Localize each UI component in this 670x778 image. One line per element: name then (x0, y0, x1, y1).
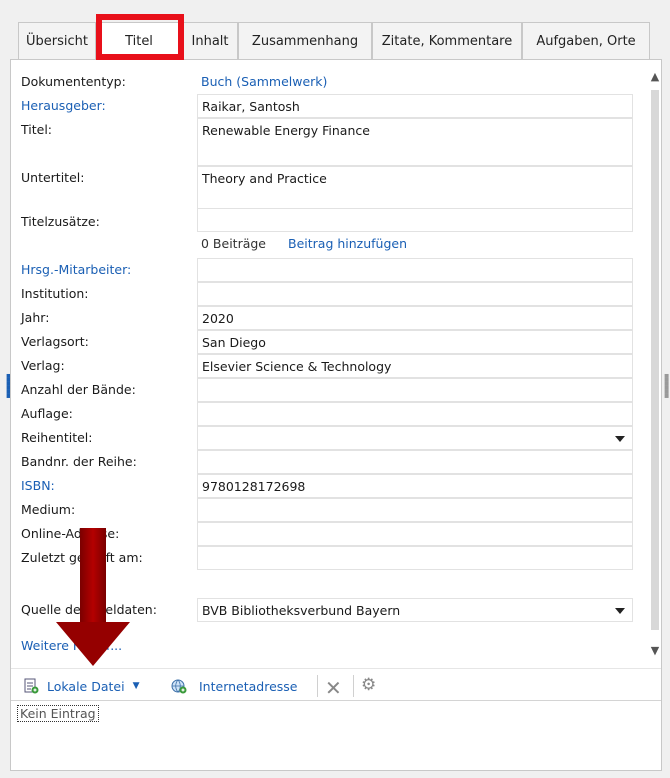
arrow-down-icon (56, 622, 130, 666)
herausgeber-link[interactable]: Herausgeber: (21, 98, 106, 113)
scroll-down-icon[interactable]: ▼ (649, 644, 661, 657)
chevron-down-icon[interactable]: ▼ (133, 681, 140, 691)
medium-field[interactable] (197, 498, 633, 522)
row-titelzusaetze: Titelzusätze: (11, 208, 661, 232)
online-adresse-field[interactable] (197, 522, 633, 546)
row-zuletzt-geprueft: Zuletzt geprüft am: (11, 546, 661, 570)
institution-field[interactable] (197, 282, 633, 306)
tab-bar: Übersicht Titel Inhalt Zusammenhang Zita… (18, 22, 650, 60)
row-dokumententyp: Dokumententyp: Buch (Sammelwerk) (21, 74, 328, 89)
row-titel: Titel: Renewable Energy Finance (11, 118, 661, 166)
isbn-link[interactable]: ISBN: (21, 478, 55, 493)
quelle-titeldaten-dropdown[interactable]: BVB Bibliotheksverbund Bayern (197, 598, 633, 622)
isbn-field[interactable]: 9780128172698 (197, 474, 633, 498)
add-contribution-link[interactable]: Beitrag hinzufügen (288, 236, 407, 251)
auflage-field[interactable] (197, 402, 633, 426)
row-verlagsort: Verlagsort: San Diego (11, 330, 661, 354)
verlagsort-field[interactable]: San Diego (197, 330, 633, 354)
row-jahr: Jahr: 2020 (11, 306, 661, 330)
row-bandnr: Bandnr. der Reihe: (11, 450, 661, 474)
tab-zitate-kommentare[interactable]: Zitate, Kommentare (372, 22, 522, 59)
anzahl-baende-field[interactable] (197, 378, 633, 402)
tab-uebersicht[interactable]: Übersicht (18, 22, 96, 59)
splitter-handle-right[interactable]: ▪ ▪ ▪ ▪ ▪ ▪ (664, 372, 669, 400)
row-herausgeber: Herausgeber: Raikar, Santosh (11, 94, 661, 118)
row-anzahl-baende: Anzahl der Bände: (11, 378, 661, 402)
delete-icon[interactable]: ✕ (325, 676, 342, 700)
vertical-scrollbar[interactable]: ▲ ▼ (649, 66, 661, 666)
titelzusaetze-field[interactable] (197, 208, 633, 232)
tab-zusammenhang[interactable]: Zusammenhang (238, 22, 372, 59)
row-medium: Medium: (11, 498, 661, 522)
tab-inhalt[interactable]: Inhalt (182, 22, 238, 59)
zuletzt-geprueft-field[interactable] (197, 546, 633, 570)
annotation-arrow-shaft (80, 528, 106, 624)
contributions-line: 0 Beiträge Beitrag hinzufügen (201, 236, 408, 251)
jahr-field[interactable]: 2020 (197, 306, 633, 330)
local-file-icon (24, 678, 39, 694)
local-file-button[interactable]: Lokale Datei ▼ (23, 678, 139, 694)
tab-aufgaben-orte[interactable]: Aufgaben, Orte (522, 22, 650, 59)
bandnr-field[interactable] (197, 450, 633, 474)
internet-address-button[interactable]: Internetadresse (171, 678, 298, 694)
document-type-link[interactable]: Buch (Sammelwerk) (201, 74, 327, 89)
row-auflage: Auflage: (11, 402, 661, 426)
attachment-toolbar: Lokale Datei ▼ Internetadresse ✕ ⚙ (11, 668, 661, 700)
herausgeber-field[interactable]: Raikar, Santosh (197, 94, 633, 118)
scroll-thumb[interactable] (651, 90, 659, 630)
row-isbn: ISBN: 9780128172698 (11, 474, 661, 498)
chevron-down-icon (615, 436, 625, 442)
tab-titel[interactable]: Titel (96, 22, 182, 60)
titel-field[interactable]: Renewable Energy Finance (197, 118, 633, 166)
untertitel-field[interactable]: Theory and Practice (197, 166, 633, 214)
scroll-up-icon[interactable]: ▲ (649, 70, 661, 83)
attachments-list: Kein Eintrag (11, 700, 661, 773)
empty-entry-label: Kein Eintrag (17, 705, 99, 722)
row-quelle-titeldaten: Quelle der Titeldaten: BVB Bibliotheksve… (11, 598, 661, 622)
row-untertitel: Untertitel: Theory and Practice (11, 166, 661, 214)
gear-icon[interactable]: ⚙ (361, 675, 376, 695)
hrsg-mitarbeiter-link[interactable]: Hrsg.-Mitarbeiter: (21, 262, 131, 277)
row-hrsg-mitarbeiter: Hrsg.-Mitarbeiter: (11, 258, 661, 282)
internet-address-icon (171, 679, 187, 694)
row-reihentitel: Reihentitel: (11, 426, 661, 450)
hrsg-mitarbeiter-field[interactable] (197, 258, 633, 282)
toolbar-separator (317, 675, 318, 697)
reihentitel-dropdown[interactable] (197, 426, 633, 450)
chevron-down-icon (615, 608, 625, 614)
row-institution: Institution: (11, 282, 661, 306)
row-verlag: Verlag: Elsevier Science & Technology (11, 354, 661, 378)
row-online-adresse: Online-Adresse: (11, 522, 661, 546)
verlag-field[interactable]: Elsevier Science & Technology (197, 354, 633, 378)
toolbar-separator (353, 675, 354, 697)
